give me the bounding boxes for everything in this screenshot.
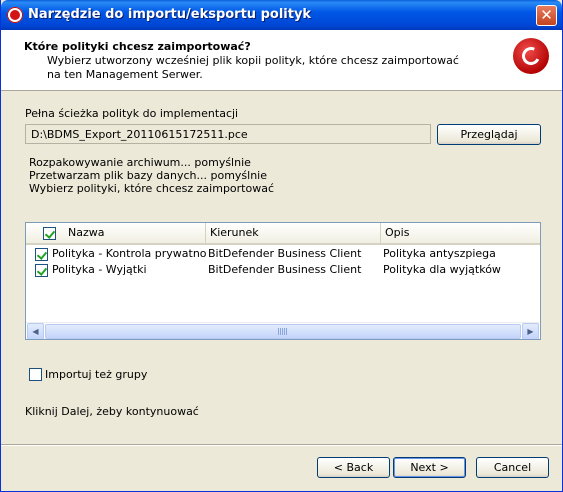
path-label: Pełna ścieżka polityk do implementacji [25,107,239,120]
column-header-name[interactable]: Nazwa [26,223,206,243]
import-groups-label[interactable]: Importuj też grupy [45,368,147,381]
path-input[interactable] [25,124,431,144]
column-header-description[interactable]: Opis [381,223,540,243]
next-button[interactable]: Next > [393,457,466,478]
scroll-right-icon[interactable]: ▶ [522,323,539,339]
close-button[interactable]: ✕ [536,5,557,26]
page-description: Wybierz utworzony wcześniej plik kopii p… [47,54,459,81]
policy-description: Polityka dla wyjątków [383,263,501,276]
title-bar[interactable]: Narzędzie do importu/eksportu polityk ✕ [1,0,562,30]
table-row[interactable]: Polityka - Wyjątki BitDefender Business … [26,262,540,278]
policy-direction: BitDefender Business Client [208,263,362,276]
scroll-left-icon[interactable]: ◀ [27,323,44,339]
horizontal-scrollbar[interactable]: ◀ ▶ [26,322,540,339]
grip-icon [278,328,288,335]
status-line: Przetwarzam plik bazy danych... pomyślni… [29,169,267,182]
app-icon [7,7,23,23]
policies-table[interactable]: Nazwa Kierunek Opis Polityka - Kontrola … [25,222,541,340]
status-line: Rozpakowywanie archiwum... pomyślnie [29,156,251,169]
continue-hint: Kliknij Dalej, żeby kontynuować [25,405,199,418]
column-header-direction[interactable]: Kierunek [206,223,381,243]
scroll-thumb[interactable] [45,324,521,339]
status-messages: Rozpakowywanie archiwum... pomyślnie Prz… [29,156,274,195]
window-title: Narzędzie do importu/eksportu polityk [28,7,312,22]
import-export-dialog: Narzędzie do importu/eksportu polityk ✕ … [0,0,563,492]
footer-divider [1,444,562,446]
select-all-checkbox[interactable] [43,227,56,240]
back-button[interactable]: < Back [317,457,390,478]
wizard-header: Które polityki chcesz zaimportować? Wybi… [1,30,562,91]
row-checkbox[interactable] [35,264,48,277]
status-line: Wybierz polityki, które chcesz zaimporto… [29,182,275,195]
table-header: Nazwa Kierunek Opis [26,223,540,245]
import-groups-checkbox[interactable] [29,368,42,381]
policy-name: Polityka - Wyjątki [52,263,147,276]
row-checkbox[interactable] [35,248,48,261]
browse-button[interactable]: Przeglądaj [437,124,541,145]
bitdefender-logo-icon [513,38,549,74]
table-row[interactable]: Polityka - Kontrola prywatności BitDefen… [26,246,540,262]
policy-description: Polityka antyszpiega [383,247,496,260]
cancel-button[interactable]: Cancel [476,457,549,478]
policy-direction: BitDefender Business Client [208,247,362,260]
policy-name: Polityka - Kontrola prywatności [52,247,206,260]
page-title: Które polityki chcesz zaimportować? [24,40,251,53]
